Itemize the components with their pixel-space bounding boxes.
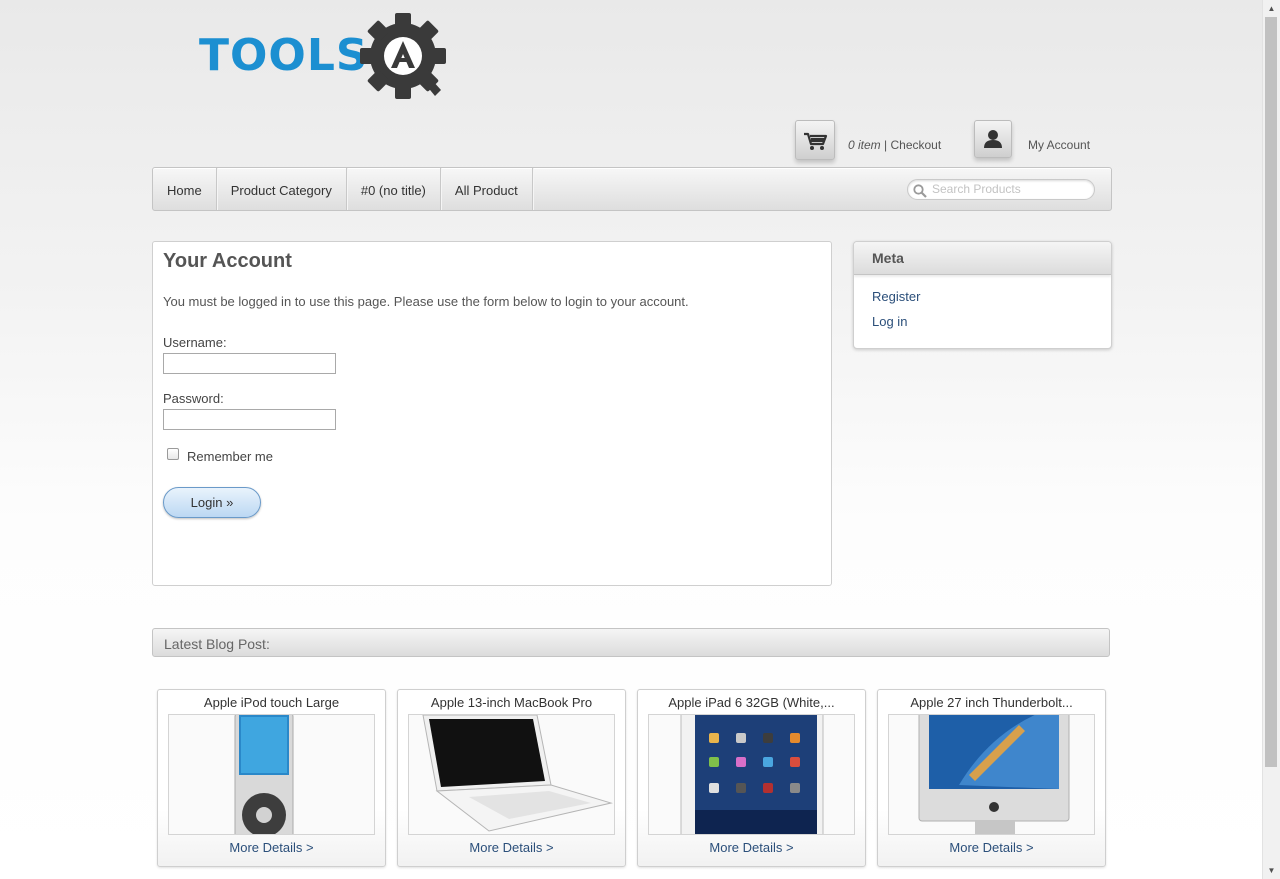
blog-post-card: Apple 27 inch Thunderbolt... More Detail… (877, 689, 1106, 867)
ipod-image[interactable] (168, 714, 375, 835)
search-input[interactable] (932, 181, 1087, 197)
nav-item-no-title[interactable]: #0 (no title) (347, 168, 441, 210)
ipad-image[interactable] (648, 714, 855, 835)
password-label: Password: (163, 391, 224, 406)
cart-button[interactable] (795, 120, 835, 160)
nav-item-all-product[interactable]: All Product (441, 168, 533, 210)
ipad-illustration (680, 715, 824, 834)
latest-blog-header: Latest Blog Post: (152, 628, 1110, 657)
main-nav: Home Product Category #0 (no title) All … (152, 167, 1112, 211)
register-link[interactable]: Register (872, 289, 920, 304)
more-details-link[interactable]: More Details > (878, 840, 1105, 855)
macbook-image[interactable] (408, 714, 615, 835)
page-title: Your Account (163, 250, 292, 272)
more-details-link[interactable]: More Details > (398, 840, 625, 855)
gear-logo-icon (360, 13, 446, 99)
account-button[interactable] (974, 120, 1012, 158)
nav-item-home[interactable]: Home (153, 168, 217, 210)
post-title[interactable]: Apple iPod touch Large (158, 695, 385, 710)
cart-separator: | (880, 138, 891, 152)
username-label: Username: (163, 335, 227, 350)
login-required-message: You must be logged in to use this page. … (163, 294, 689, 309)
ipod-illustration (234, 715, 294, 834)
search-box (907, 179, 1095, 200)
post-title[interactable]: Apple iPad 6 32GB (White,... (638, 695, 865, 710)
blog-post-card: Apple 13-inch MacBook Pro More Details > (397, 689, 626, 867)
logo-text: TOOLS (199, 30, 369, 81)
post-title[interactable]: Apple 27 inch Thunderbolt... (878, 695, 1105, 710)
scroll-up-icon[interactable]: ▲ (1263, 0, 1280, 17)
site-logo[interactable]: TOOLS (199, 10, 449, 102)
cart-icon (804, 132, 828, 150)
more-details-link[interactable]: More Details > (158, 840, 385, 855)
checkout-link[interactable]: Checkout (890, 138, 941, 152)
page-scrollbar[interactable]: ▲ ▼ (1262, 0, 1280, 879)
macbook-illustration (422, 715, 613, 832)
blog-post-card: Apple iPad 6 32GB (White,... More Detail… (637, 689, 866, 867)
login-button[interactable]: Login » (163, 487, 261, 518)
user-icon (984, 130, 1002, 148)
more-details-link[interactable]: More Details > (638, 840, 865, 855)
meta-title: Meta (854, 242, 1111, 275)
cart-summary: 0 item | Checkout (848, 138, 941, 152)
search-icon (913, 184, 927, 198)
username-field[interactable] (163, 353, 336, 374)
password-field[interactable] (163, 409, 336, 430)
post-title[interactable]: Apple 13-inch MacBook Pro (398, 695, 625, 710)
account-panel: Your Account You must be logged in to us… (152, 241, 832, 586)
remember-me-label[interactable]: Remember me (187, 449, 273, 464)
scroll-down-icon[interactable]: ▼ (1263, 862, 1280, 879)
meta-widget: Meta Register Log in (853, 241, 1112, 349)
thunderbolt-display-image[interactable] (888, 714, 1095, 835)
nav-item-product-category[interactable]: Product Category (217, 168, 347, 210)
log-in-link[interactable]: Log in (872, 314, 907, 329)
blog-post-card: Apple iPod touch Large More Details > (157, 689, 386, 867)
my-account-link[interactable]: My Account (1028, 138, 1090, 152)
thunderbolt-display-illustration (918, 715, 1070, 834)
scroll-thumb[interactable] (1265, 17, 1277, 767)
remember-me-checkbox[interactable] (167, 448, 179, 460)
cart-count: 0 item (848, 138, 881, 152)
